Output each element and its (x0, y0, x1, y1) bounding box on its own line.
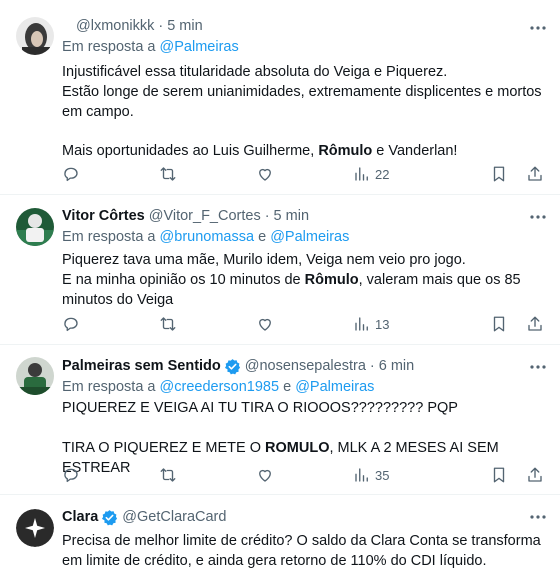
avatar[interactable] (16, 17, 54, 55)
tweet[interactable]: @lxmonikkk · 5 min Em resposta a @Palmei… (0, 0, 560, 195)
tweet-feed: @lxmonikkk · 5 min Em resposta a @Palmei… (0, 0, 560, 584)
tweet[interactable]: Vitor Côrtes @Vitor_F_Cortes · 5 min Em … (0, 195, 560, 345)
retweet-button[interactable] (159, 466, 179, 484)
reply-context: Em resposta a @Palmeiras (62, 37, 548, 57)
retweet-button[interactable] (159, 315, 179, 333)
avatar[interactable] (16, 509, 54, 547)
like-button[interactable] (256, 466, 276, 484)
display-name[interactable]: Palmeiras sem Sentido (62, 356, 221, 376)
more-icon[interactable] (528, 357, 548, 377)
text-line: Estão longe de serem unianimidades, extr… (62, 84, 542, 120)
separator-dot: · (369, 358, 375, 374)
user-handle[interactable]: @nosensepalestra (245, 356, 366, 376)
timestamp[interactable]: 5 min (167, 16, 202, 36)
reply-button[interactable] (62, 165, 82, 183)
reply-prefix: Em resposta a (62, 229, 156, 245)
share-icon (528, 166, 542, 181)
text-line: Precisa de melhor limite de crédito? O s… (62, 533, 541, 569)
reply-context: Em resposta a @brunomassa e @Palmeiras (62, 227, 548, 247)
text-line: Piquerez tava uma mãe, Murilo idem, Veig… (62, 252, 466, 268)
views-button[interactable]: 35 (353, 466, 413, 484)
retweet-icon (160, 468, 176, 482)
retweet-button[interactable] (159, 165, 179, 183)
reply-separator: e (258, 229, 267, 245)
like-icon (259, 168, 271, 181)
views-button[interactable]: 13 (353, 315, 413, 333)
bookmark-icon (493, 467, 505, 483)
reply-separator: e (283, 379, 292, 395)
bookmark-button[interactable] (490, 165, 510, 183)
more-icon[interactable] (528, 207, 548, 227)
mention-link[interactable]: @creederson1985 (160, 379, 280, 395)
views-count: 35 (375, 467, 390, 483)
mention-link[interactable]: @Palmeiras (270, 229, 349, 245)
tweet-text: Precisa de melhor limite de crédito? O s… (62, 531, 548, 571)
avatar[interactable] (16, 208, 54, 246)
views-icon (355, 167, 368, 181)
share-button[interactable] (526, 165, 546, 183)
timestamp[interactable]: 5 min (274, 206, 309, 226)
tweet-text: Injustificável essa titularidade absolut… (62, 62, 548, 161)
text-line: E na minha opinião os 10 minutos de Rômu… (62, 272, 521, 308)
views-icon (355, 468, 368, 482)
timestamp[interactable]: 6 min (379, 356, 414, 376)
reply-prefix: Em resposta a (62, 39, 156, 55)
display-name[interactable]: Vitor Côrtes (62, 206, 145, 226)
display-name[interactable]: Clara (62, 507, 98, 527)
separator-dot: · (264, 208, 270, 224)
mention-link[interactable]: @brunomassa (160, 229, 255, 245)
like-icon (259, 469, 271, 482)
tweet[interactable]: Palmeiras sem Sentido @nosensepalestra ·… (0, 345, 560, 495)
more-icon[interactable] (528, 18, 548, 38)
like-button[interactable] (256, 315, 276, 333)
views-count: 22 (375, 166, 390, 182)
share-button[interactable] (526, 315, 546, 333)
views-icon (355, 317, 368, 331)
text-line: Injustificável essa titularidade absolut… (62, 64, 448, 80)
reply-prefix: Em resposta a (62, 379, 156, 395)
like-button[interactable] (256, 165, 276, 183)
mention-link[interactable]: @Palmeiras (160, 39, 239, 55)
share-icon (528, 316, 542, 331)
reply-icon (64, 468, 78, 483)
views-count: 13 (375, 316, 390, 332)
bookmark-button[interactable] (490, 315, 510, 333)
views-button[interactable]: 22 (353, 165, 413, 183)
retweet-icon (160, 317, 176, 331)
reply-icon (64, 317, 78, 332)
reply-context: Em resposta a @creederson1985 e @Palmeir… (62, 377, 548, 397)
bookmark-button[interactable] (490, 466, 510, 484)
bookmark-icon (493, 316, 505, 332)
verified-icon (224, 358, 240, 374)
avatar[interactable] (16, 357, 54, 395)
mention-link[interactable]: @Palmeiras (295, 379, 374, 395)
text-line: PIQUEREZ E VEIGA AI TU TIRA O RIOOOS????… (62, 400, 458, 416)
text-line (62, 122, 548, 142)
more-icon[interactable] (528, 507, 548, 527)
text-line (62, 418, 548, 438)
share-icon (528, 467, 542, 482)
separator-dot: · (158, 18, 164, 34)
share-button[interactable] (526, 466, 546, 484)
user-handle[interactable]: @Vitor_F_Cortes (149, 206, 261, 226)
bookmark-icon (493, 166, 505, 182)
verified-icon (102, 509, 118, 525)
reply-icon (64, 167, 78, 182)
tweet-text: Piquerez tava uma mãe, Murilo idem, Veig… (62, 250, 548, 310)
like-icon (259, 318, 271, 331)
text-line: Mais oportunidades ao Luis Guilherme, Rô… (62, 143, 458, 159)
user-handle[interactable]: @lxmonikkk (76, 16, 154, 36)
tweet[interactable]: Clara @GetClaraCard Precisa de melhor li… (0, 495, 560, 584)
reply-button[interactable] (62, 315, 82, 333)
reply-button[interactable] (62, 466, 82, 484)
user-handle[interactable]: @GetClaraCard (122, 507, 226, 527)
retweet-icon (160, 167, 176, 181)
